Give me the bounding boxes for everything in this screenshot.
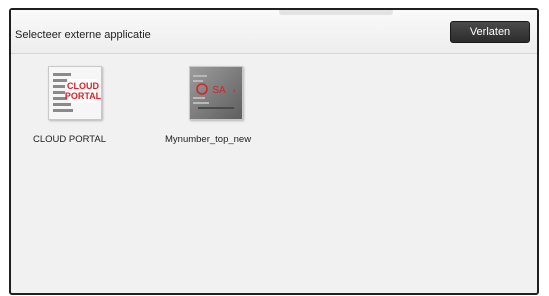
app-label-mynumber: Mynumber_top_new	[165, 134, 252, 145]
page-title: Selecteer externe applicatie	[15, 29, 151, 41]
app-label-cloud-portal: CLOUD PORTAL	[33, 134, 107, 145]
app-tile-mynumber[interactable]: SA › Mynumber_top_new	[157, 66, 267, 156]
svg-text:SA: SA	[212, 85, 226, 96]
app-selection-panel: Selecteer externe applicatie Verlaten CL…	[9, 8, 539, 295]
header-bar: Selecteer externe applicatie Verlaten	[11, 10, 537, 54]
svg-text:PORTAL: PORTAL	[65, 91, 101, 101]
svg-text:CLOUD: CLOUD	[67, 81, 99, 91]
mynumber-osa-icon[interactable]: SA ›	[189, 66, 243, 120]
exit-button[interactable]: Verlaten	[450, 21, 530, 43]
app-tile-cloud-portal[interactable]: CLOUD PORTAL CLOUD PORTAL	[16, 66, 126, 156]
panel-drag-handle	[279, 10, 393, 15]
svg-text:›: ›	[233, 86, 236, 95]
cloud-portal-icon[interactable]: CLOUD PORTAL	[48, 66, 102, 120]
